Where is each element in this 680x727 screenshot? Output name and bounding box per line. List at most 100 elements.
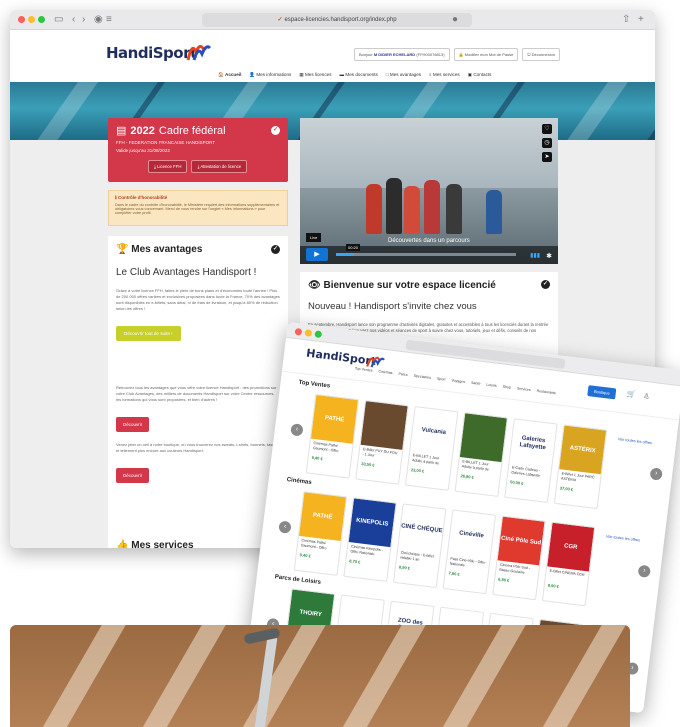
offer-image: ASTÉRIX — [559, 425, 607, 475]
nav-item-accueil[interactable]: 🏠 Accueil — [218, 72, 241, 78]
carousel-prev-button[interactable]: ‹ — [278, 520, 292, 534]
shield-icon[interactable]: ◉ — [94, 12, 103, 28]
pool-lane-line — [624, 82, 655, 140]
catalog-nav-item[interactable]: Spectacles — [413, 374, 431, 380]
carousel-next-button[interactable]: › — [637, 564, 651, 578]
catalog-nav-item[interactable]: Shop — [502, 385, 511, 390]
nav-item-avantages[interactable]: □ Mes avantages — [386, 72, 421, 78]
video-progress-bar[interactable] — [336, 253, 516, 256]
catalog-nav-item[interactable]: Voyages — [451, 378, 465, 384]
offer-tile[interactable]: E-BILLET 1 Jour Adulte à partir de 26,90 … — [454, 412, 508, 497]
minimize-window-button[interactable] — [28, 16, 35, 23]
pool-lane-line — [14, 82, 106, 140]
catalog-nav-item[interactable]: Loisirs — [486, 383, 497, 388]
user-icon[interactable]: ♙ — [643, 392, 650, 401]
video-frame-sky — [300, 118, 558, 188]
modify-password-button[interactable]: 🔒 Modifier mon Mot de Passe — [453, 48, 519, 61]
heart-icon[interactable]: ♡ — [542, 124, 552, 134]
nav-item-licences[interactable]: ▦ Mes licences — [299, 72, 331, 78]
eye-icon: 👁 — [308, 280, 321, 291]
licence-federation: FFH - FEDERATION FRANCAISE HANDISPORT — [116, 140, 216, 145]
video-caption: Découvertes dans un parcours — [388, 238, 470, 244]
discover-now-button[interactable]: Découvrir tout de suite ! — [116, 326, 181, 341]
back-icon[interactable]: ‹ — [72, 12, 75, 28]
avantages-title: 🏆 Mes avantages ✓ — [116, 244, 280, 255]
warning-text: Dans le cadre du contrôle d'honorabilité… — [115, 203, 280, 215]
offer-tile[interactable]: KINEPOLIS Cinémas Kinepolis - Offre Natio… — [343, 497, 397, 583]
avantages-resources-text: Retrouvez tous les avantages que vous of… — [116, 385, 277, 402]
offer-tile[interactable]: Galeries Lafayette E-Carte Cadeau - Galer… — [504, 418, 558, 504]
address-bar[interactable]: ✓ espace-licencies.handisport.org/index.p… — [202, 13, 472, 27]
offer-image: PATHÉ — [299, 492, 347, 542]
zoom-window-button[interactable] — [314, 330, 323, 339]
catalog-nav-item[interactable]: Services — [517, 386, 531, 392]
reload-icon[interactable]: ● — [452, 12, 458, 28]
catalog-nav-item[interactable]: Restaurants — [536, 389, 556, 395]
offer-tile[interactable]: PATHÉ Cinémas Pathé Gaumont - Offre 9,40 € — [293, 491, 348, 576]
send-icon[interactable]: ➤ — [542, 152, 552, 162]
pool-lane-line — [544, 82, 636, 140]
welcome-title: 👁 Bienvenue sur votre espace licencié ✓ — [308, 280, 550, 291]
video-player[interactable]: ♡ ◷ ➤ Live Découvertes dans un parcours … — [300, 118, 558, 264]
volume-icon[interactable]: ▮▮▮ — [530, 252, 540, 259]
catalog-shop-button[interactable]: Boutique — [587, 385, 617, 400]
offer-tile[interactable]: Ciné Pôle Sud Cinéma Pôle Sud - Basse-Gou… — [492, 515, 546, 601]
offer-tile[interactable]: ASTÉRIX E-Billet 1 Jour PARC ASTÉRIX 37,00… — [553, 424, 608, 510]
cart-icon[interactable]: 🛒 — [627, 390, 637, 399]
offer-image — [360, 401, 408, 450]
offer-image: Galeries Lafayette — [509, 419, 557, 469]
sidebar-icon[interactable]: ▭ — [54, 12, 63, 28]
close-window-button[interactable] — [294, 327, 303, 336]
attestation-button[interactable]: ⤓ Attestation de licence — [191, 160, 248, 173]
header-user-actions: Bonjour M DIDIER ECHELARD (FFH00076813) … — [353, 48, 560, 61]
discover-resources-button[interactable]: Découvrir — [116, 417, 150, 432]
offer-carousel: PATHÉ Cinémas Pathé Gaumont - Offre 9,40 €… — [293, 491, 596, 607]
site-header: HandiSport Bonjour M DIDIER ECHELARD (FF… — [10, 30, 655, 82]
catalog-nav-item[interactable]: Top Ventes — [355, 367, 373, 373]
close-window-button[interactable] — [18, 16, 25, 23]
logout-button[interactable]: ⏻ Déconnexion — [522, 48, 560, 61]
video-progress-fill — [336, 253, 354, 256]
new-tab-icon[interactable]: + — [638, 12, 644, 28]
licence-ffh-button[interactable]: ⤓ Licence FFH — [148, 160, 188, 173]
photo-deck-plank — [532, 625, 630, 727]
avantages-text: Grâce à votre licence FFH, faites le ple… — [116, 288, 280, 311]
catalog-nav-item[interactable]: Santé — [471, 381, 481, 386]
catalog-nav-item[interactable]: Sport — [437, 377, 446, 382]
licence-card: ▤ 2022 Cadre fédéral ✓ FFH - FEDERATION F… — [108, 118, 288, 182]
avantages-panel: 🏆 Mes avantages ✓ Le Club Avantages Hand… — [108, 236, 288, 536]
minimize-window-button[interactable] — [304, 329, 313, 337]
play-button[interactable]: ▶ — [306, 248, 328, 261]
nav-item-informations[interactable]: 👤 Mes informations — [249, 72, 291, 78]
offer-tile[interactable]: Vulcania E-BILLET 1 Jour Adulte à partir … — [404, 406, 459, 491]
browser-toolbar: ▭ ‹ › ◉ ≡ ✓ espace-licencies.handisport.o… — [10, 10, 655, 30]
see-all-link[interactable]: Voir toutes les offres — [618, 437, 653, 445]
nav-item-documents[interactable]: ▬ Mes documents — [340, 72, 378, 78]
zoom-window-button[interactable] — [38, 16, 45, 23]
id-card-icon: ▤ — [116, 125, 127, 137]
menu-icon[interactable]: ≡ — [106, 12, 112, 28]
forward-icon[interactable]: › — [82, 12, 85, 28]
check-icon: ✓ — [271, 245, 280, 254]
nav-item-services[interactable]: ⌕ Mes services — [429, 72, 460, 78]
settings-icon[interactable]: ✱ — [546, 252, 552, 260]
section-title: Parcs de Loisirs — [274, 574, 322, 586]
clock-icon[interactable]: ◷ — [542, 138, 552, 148]
user-greeting: Bonjour M DIDIER ECHELARD (FFH00076813) — [353, 48, 450, 61]
main-nav: 🏠 Accueil 👤 Mes informations ▦ Mes licen… — [218, 72, 491, 78]
discover-shop-button[interactable]: Découvrir — [116, 468, 150, 483]
offer-image: Ciné Pôle Sud — [497, 516, 545, 566]
catalog-nav-item[interactable]: Parcs — [398, 372, 408, 377]
handisport-logo[interactable]: HandiSport — [106, 44, 197, 62]
carousel-next-button[interactable]: › — [649, 467, 663, 481]
nav-item-contacts[interactable]: ▣ Contacts — [468, 72, 492, 78]
carousel-prev-button[interactable]: ‹ — [290, 423, 304, 437]
see-all-link[interactable]: Voir toutes les offres — [606, 534, 641, 542]
offer-tile[interactable]: CGR E-Billet CINEMA CGR 8,90 € — [541, 521, 596, 607]
offer-tile[interactable]: Cinéville Pass Ciné-Ville - Offre Nationa… — [442, 509, 497, 595]
catalog-nav-item[interactable]: Cinémas — [378, 369, 393, 375]
offer-tile[interactable]: E-Billet PUY DU FOU - 1 Jour33,50 € — [355, 399, 409, 485]
offer-tile[interactable]: PATHÉ Cinémas Pathé Gaumont - Offre 9,40 € — [305, 393, 360, 479]
offer-tile[interactable]: CINÉ CHÈQUE Cinéchèque - E-billet valable… — [393, 503, 447, 589]
share-icon[interactable]: ⇧ — [622, 12, 630, 28]
